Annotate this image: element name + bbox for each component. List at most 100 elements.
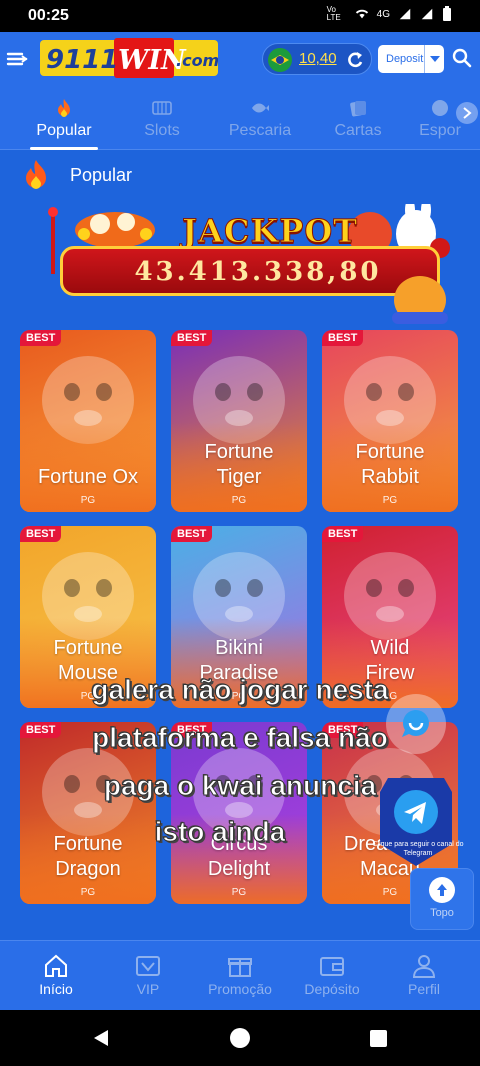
deposit-label: Deposit — [386, 53, 424, 65]
mascot-ox-icon — [75, 212, 155, 248]
svg-text:.com: .com — [176, 51, 218, 70]
telegram-hint: Clique para seguir o canal do Telegram — [372, 841, 464, 857]
back-to-top-label: Topo — [430, 907, 454, 919]
nav-label-deposito: Depósito — [304, 981, 360, 997]
nav-label-perfil: Perfil — [408, 981, 440, 997]
signal-icon — [399, 8, 411, 20]
flame-icon — [26, 160, 46, 189]
wifi-icon — [355, 9, 368, 19]
recent-apps-icon[interactable] — [370, 1030, 387, 1047]
best-badge: BEST — [20, 526, 62, 542]
battery-icon — [443, 6, 451, 21]
status-time: 00:25 — [28, 7, 69, 24]
game-title-line-2: Rabbit — [361, 466, 419, 488]
refresh-icon[interactable] — [345, 50, 365, 70]
deposit-button[interactable]: Deposit — [378, 45, 444, 73]
home-icon — [45, 954, 67, 977]
tab-label-popular: Popular — [36, 122, 92, 139]
game-provider: PG — [80, 495, 96, 506]
gift-icon — [228, 958, 252, 977]
category-tabs: Popular Slots Pescaria Cartas Espor — [0, 86, 480, 150]
signal2-icon — [421, 8, 433, 20]
system-nav-bar — [0, 1010, 480, 1066]
jackpot-banner: JACKPOT 43.413.338,80 — [44, 204, 456, 328]
game-provider: PG — [80, 887, 96, 898]
nav-promocao[interactable]: Promoção — [195, 953, 285, 997]
status-icons: Vo LTE 4G — [327, 6, 452, 22]
back-icon[interactable] — [92, 1028, 112, 1048]
balance-value[interactable]: 10,40 — [299, 50, 337, 67]
jackpot-title: JACKPOT — [182, 212, 358, 251]
game-card[interactable]: BEST Fortune Rabbit PG — [322, 330, 458, 512]
tab-label-esportes: Espor — [419, 122, 461, 139]
brand-logo[interactable]: 9111 WIN .com — [40, 38, 218, 78]
best-badge: BEST — [171, 526, 213, 542]
game-card[interactable]: BEST Fortune Ox PG — [20, 330, 156, 512]
back-to-top-button[interactable]: Topo — [410, 868, 474, 930]
ball-icon — [432, 100, 448, 116]
game-card[interactable]: BEST Fortune Tiger PG — [171, 330, 307, 512]
nav-label-vip: VIP — [136, 981, 160, 997]
tab-label-cartas: Cartas — [334, 122, 382, 139]
game-title-line-1: Fortune — [53, 637, 123, 659]
game-title-line-2: Dragon — [55, 858, 121, 880]
jackpot-value: 43.413.338,80 — [134, 257, 382, 287]
menu-icon[interactable] — [6, 48, 28, 70]
chevron-down-icon[interactable] — [424, 45, 444, 73]
lever-icon — [48, 207, 58, 274]
brazil-flag-icon — [268, 48, 292, 72]
nav-inicio[interactable]: Início — [11, 953, 101, 997]
game-title-line-1: Fortune Ox — [37, 466, 139, 488]
nav-label-inicio: Início — [39, 981, 73, 997]
status-bar: 00:25 Vo LTE 4G — [0, 0, 480, 32]
mascot-tiger-icon — [392, 276, 448, 324]
nav-label-promocao: Promoção — [208, 981, 272, 997]
bottom-navigation: Início VIP Promoção Depósito Perfil — [0, 940, 480, 1010]
game-provider: PG — [382, 495, 398, 506]
volte-label: Vo LTE — [326, 5, 341, 22]
tab-cartas[interactable]: Cartas — [310, 86, 406, 150]
jackpot-value-panel: 43.413.338,80 — [60, 246, 440, 296]
best-badge: BEST — [322, 526, 364, 542]
best-badge: BEST — [322, 330, 364, 346]
wallet-icon — [320, 957, 344, 976]
top-header: 9111 WIN .com 10,40 Deposit — [0, 32, 480, 86]
support-chat-button[interactable] — [386, 694, 446, 754]
game-title-line-1: Bikini — [215, 637, 263, 659]
arrow-up-icon — [429, 877, 455, 903]
game-provider: PG — [231, 887, 247, 898]
nav-perfil[interactable]: Perfil — [379, 953, 469, 997]
tab-slots[interactable]: Slots — [114, 86, 210, 150]
nav-vip[interactable]: VIP — [103, 953, 193, 997]
section-title: Popular — [70, 164, 133, 185]
wallet-balance[interactable]: 10,40 — [262, 43, 372, 75]
tab-label-pescaria: Pescaria — [228, 122, 292, 139]
tab-label-slots: Slots — [144, 122, 180, 139]
game-title-line-2: Tiger — [216, 466, 262, 488]
svg-text:9111: 9111 — [46, 45, 118, 75]
network-label: 4G — [376, 8, 390, 20]
search-icon[interactable] — [452, 48, 472, 68]
cards-icon — [350, 101, 366, 117]
flame-icon — [58, 99, 70, 117]
nav-deposito[interactable]: Depósito — [287, 953, 377, 997]
section-header: Popular — [22, 158, 132, 192]
vip-icon — [136, 956, 160, 976]
game-provider: PG — [231, 495, 247, 506]
game-title-line-1: Fortune — [204, 441, 274, 463]
best-badge: BEST — [171, 330, 213, 346]
chat-bubble-icon — [402, 709, 429, 737]
tabs-scroll-right-button[interactable] — [456, 102, 478, 124]
tab-popular[interactable]: Popular — [16, 86, 112, 150]
slot-machine-icon — [152, 101, 172, 115]
chevron-right-icon — [463, 107, 472, 119]
app-screen: 9111 WIN .com 10,40 Deposit Popular Slot… — [0, 32, 480, 1010]
tab-pescaria[interactable]: Pescaria — [212, 86, 308, 150]
profile-icon — [412, 955, 436, 978]
best-badge: BEST — [20, 330, 62, 346]
game-title-line-2: Delight — [207, 858, 271, 880]
fish-icon — [252, 103, 269, 113]
home-circle-icon[interactable] — [230, 1028, 250, 1048]
game-title-line-1: Fortune — [355, 441, 425, 463]
game-title-line-1: Wild — [370, 637, 410, 659]
